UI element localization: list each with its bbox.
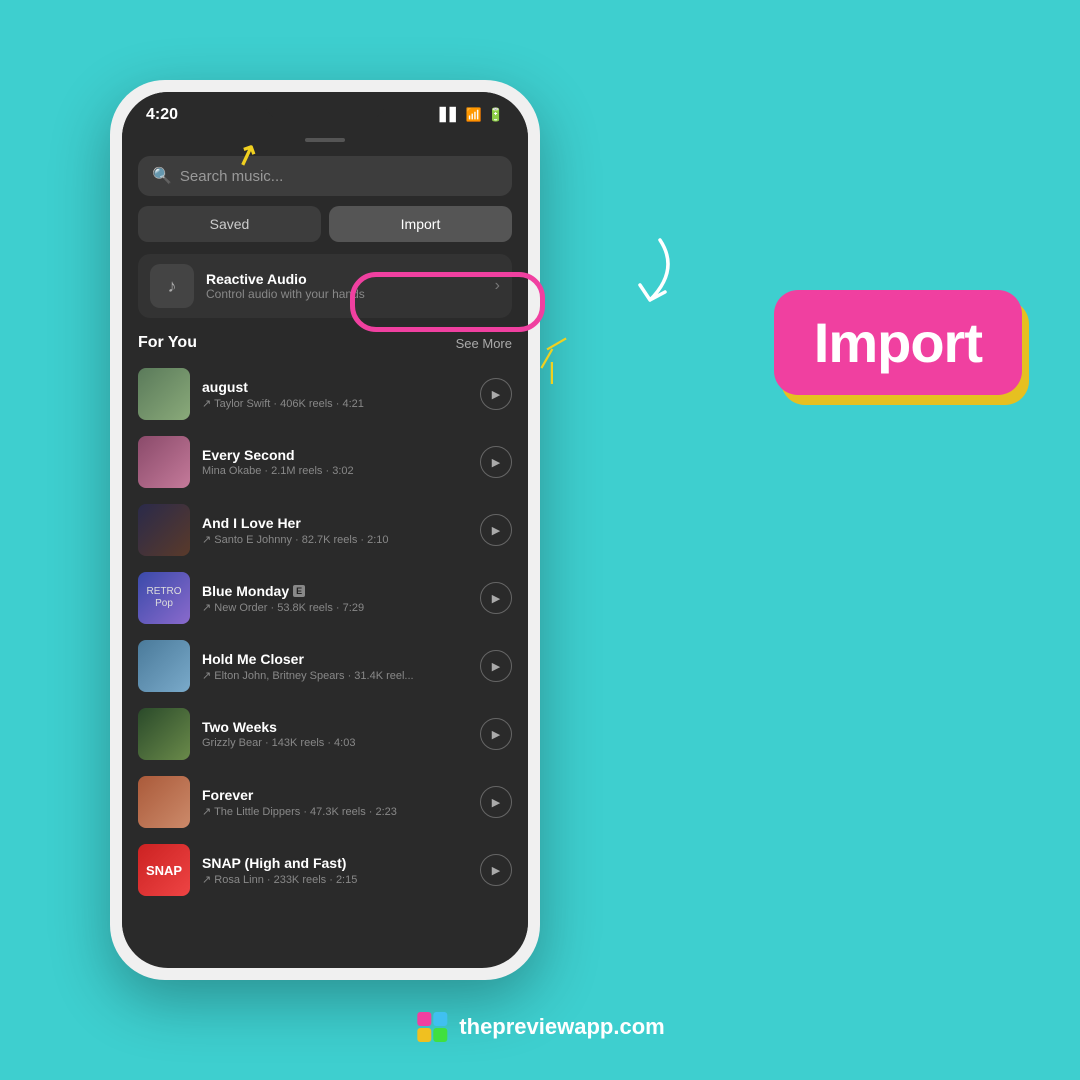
music-title-blue-monday: Blue Monday E (202, 583, 468, 599)
music-meta-snap: ↗ Rosa Linn · 233K reels · 2:15 (202, 873, 468, 886)
play-button-blue-monday[interactable]: ▶ (480, 582, 512, 614)
import-label-text: Import (814, 311, 982, 374)
album-art-august (138, 368, 190, 420)
status-time: 4:20 (146, 106, 178, 124)
play-button-hold-me-closer[interactable]: ▶ (480, 650, 512, 682)
wifi-icon: 📶 (466, 107, 482, 123)
battery-icon: 🔋 (488, 107, 504, 123)
curved-arrow-annotation (570, 220, 680, 325)
music-meta-and-i-love-her: ↗ Santo E Johnny · 82.7K reels · 2:10 (202, 533, 468, 546)
signal-icon: ▋▋ (440, 107, 460, 123)
phone-notch (265, 92, 385, 120)
search-icon: 🔍 (152, 166, 172, 186)
music-title-every-second: Every Second (202, 447, 468, 463)
album-art-two-weeks (138, 708, 190, 760)
brand-logo (415, 1010, 449, 1044)
brand-footer: thepreviewapp.com (415, 1010, 664, 1044)
reactive-audio-info: Reactive Audio Control audio with your h… (206, 271, 365, 301)
music-info-two-weeks: Two Weeks Grizzly Bear · 143K reels · 4:… (202, 719, 468, 749)
music-info-snap: SNAP (High and Fast) ↗ Rosa Linn · 233K … (202, 855, 468, 886)
play-button-snap[interactable]: ▶ (480, 854, 512, 886)
music-title-and-i-love-her: And I Love Her (202, 515, 468, 531)
explicit-badge-blue-monday: E (293, 585, 305, 597)
music-meta-blue-monday: ↗ New Order · 53.8K reels · 7:29 (202, 601, 468, 614)
music-title-forever: Forever (202, 787, 468, 803)
music-info-forever: Forever ↗ The Little Dippers · 47.3K ree… (202, 787, 468, 818)
music-meta-forever: ↗ The Little Dippers · 47.3K reels · 2:2… (202, 805, 468, 818)
album-art-snap: SNAP (138, 844, 190, 896)
reactive-audio-subtitle: Control audio with your hands (206, 287, 365, 301)
music-title-august: august (202, 379, 468, 395)
music-item[interactable]: Two Weeks Grizzly Bear · 143K reels · 4:… (122, 700, 528, 768)
brand-text: thepreviewapp.com (459, 1014, 664, 1040)
play-button-two-weeks[interactable]: ▶ (480, 718, 512, 750)
music-meta-two-weeks: Grizzly Bear · 143K reels · 4:03 (202, 737, 468, 749)
play-button-every-second[interactable]: ▶ (480, 446, 512, 478)
music-meta-hold-me-closer: ↗ Elton John, Britney Spears · 31.4K ree… (202, 669, 468, 682)
play-button-and-i-love-her[interactable]: ▶ (480, 514, 512, 546)
phone-inner: 4:20 ▋▋ 📶 🔋 🔍 Search music... (122, 92, 528, 968)
music-item[interactable]: Hold Me Closer ↗ Elton John, Britney Spe… (122, 632, 528, 700)
music-info-every-second: Every Second Mina Okabe · 2.1M reels · 3… (202, 447, 468, 477)
search-placeholder: Search music... (180, 168, 283, 185)
tab-import[interactable]: Import (329, 206, 512, 242)
album-art-blue-monday: RETROPop (138, 572, 190, 624)
album-art-forever (138, 776, 190, 828)
import-label-box: Import (774, 290, 1022, 395)
music-item[interactable]: RETROPop Blue Monday E ↗ New Order · 53.… (122, 564, 528, 632)
drag-handle (305, 138, 345, 142)
music-item[interactable]: august ↗ Taylor Swift · 406K reels · 4:2… (122, 360, 528, 428)
album-art-and-i-love-her (138, 504, 190, 556)
music-info-and-i-love-her: And I Love Her ↗ Santo E Johnny · 82.7K … (202, 515, 468, 546)
music-info-august: august ↗ Taylor Swift · 406K reels · 4:2… (202, 379, 468, 410)
status-icons: ▋▋ 📶 🔋 (440, 107, 504, 123)
play-button-forever[interactable]: ▶ (480, 786, 512, 818)
reactive-audio-chevron: › (495, 277, 500, 295)
search-bar[interactable]: 🔍 Search music... (138, 156, 512, 196)
music-title-two-weeks: Two Weeks (202, 719, 468, 735)
music-meta-every-second: Mina Okabe · 2.1M reels · 3:02 (202, 465, 468, 477)
phone-outer: 4:20 ▋▋ 📶 🔋 🔍 Search music... (110, 80, 540, 980)
music-title-hold-me-closer: Hold Me Closer (202, 651, 468, 667)
music-meta-august: ↗ Taylor Swift · 406K reels · 4:21 (202, 397, 468, 410)
play-button-august[interactable]: ▶ (480, 378, 512, 410)
reactive-audio-row[interactable]: ♪ Reactive Audio Control audio with your… (138, 254, 512, 318)
reactive-audio-title: Reactive Audio (206, 271, 365, 287)
see-more-button[interactable]: See More (456, 336, 512, 351)
music-info-hold-me-closer: Hold Me Closer ↗ Elton John, Britney Spe… (202, 651, 468, 682)
header-bar (122, 130, 528, 150)
reactive-audio-icon: ♪ (150, 264, 194, 308)
music-item[interactable]: SNAP SNAP (High and Fast) ↗ Rosa Linn · … (122, 836, 528, 904)
section-header: For You See More (122, 330, 528, 360)
music-list: august ↗ Taylor Swift · 406K reels · 4:2… (122, 360, 528, 904)
section-title: For You (138, 334, 197, 352)
album-art-hold-me-closer (138, 640, 190, 692)
music-info-blue-monday: Blue Monday E ↗ New Order · 53.8K reels … (202, 583, 468, 614)
music-item[interactable]: And I Love Her ↗ Santo E Johnny · 82.7K … (122, 496, 528, 564)
phone-wrapper: 4:20 ▋▋ 📶 🔋 🔍 Search music... (110, 80, 540, 980)
album-art-every-second (138, 436, 190, 488)
music-item[interactable]: Forever ↗ The Little Dippers · 47.3K ree… (122, 768, 528, 836)
tab-row: Saved Import (138, 206, 512, 242)
app-content: 🔍 Search music... Saved Import ♪ (122, 130, 528, 960)
music-title-snap: SNAP (High and Fast) (202, 855, 468, 871)
tab-saved[interactable]: Saved (138, 206, 321, 242)
music-item[interactable]: Every Second Mina Okabe · 2.1M reels · 3… (122, 428, 528, 496)
